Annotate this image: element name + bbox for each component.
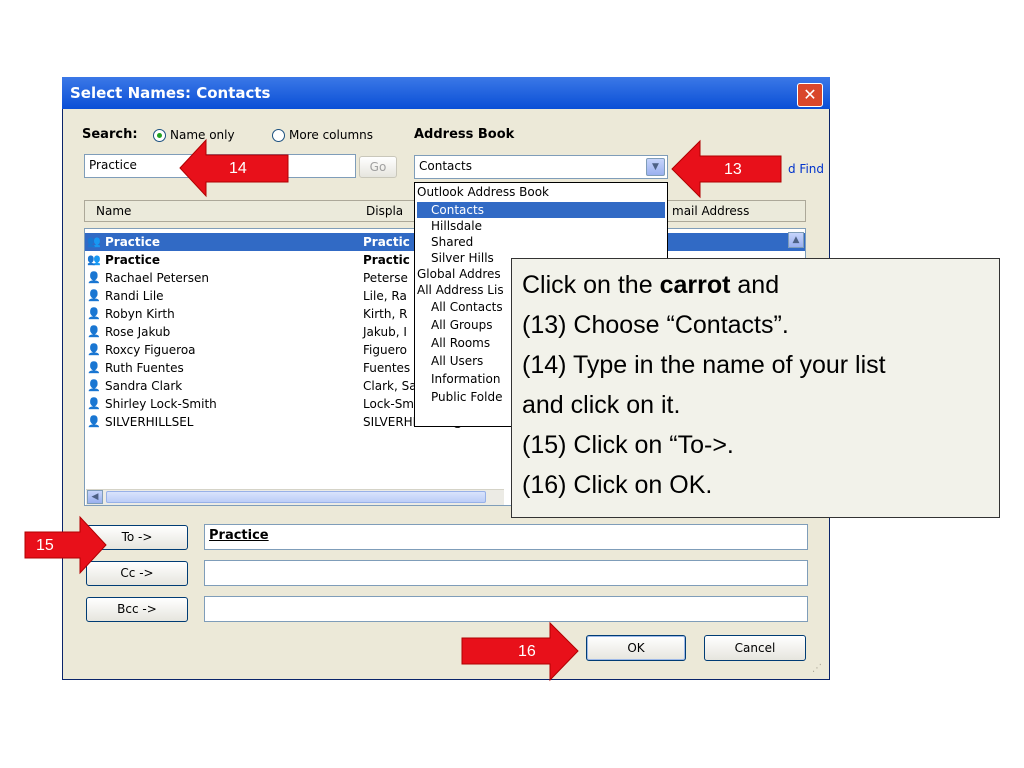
- to-button[interactable]: To ->: [86, 525, 188, 550]
- dropdown-option[interactable]: Shared: [431, 234, 473, 250]
- cc-field[interactable]: [204, 560, 808, 586]
- bcc-field[interactable]: [204, 596, 808, 622]
- bcc-button[interactable]: Bcc ->: [86, 597, 188, 622]
- callout-line-1-post: and: [730, 271, 780, 299]
- contact-display: Practic: [363, 235, 410, 249]
- dropdown-option[interactable]: Public Folde: [431, 389, 502, 405]
- chevron-left-icon: ◀: [91, 492, 99, 502]
- radio-more-columns[interactable]: [272, 129, 285, 142]
- dropdown-option[interactable]: Information: [431, 371, 500, 387]
- contact-name: Randi Lile: [105, 289, 164, 303]
- address-book-label: Address Book: [414, 127, 515, 142]
- contact-name: Rachael Petersen: [105, 271, 209, 285]
- callout-line-1-pre: Click on the: [522, 271, 660, 299]
- person-icon: 👤: [87, 271, 101, 284]
- dropdown-option[interactable]: All Contacts: [431, 299, 503, 315]
- instruction-callout: Click on the carrot and (13) Choose “Con…: [511, 258, 1000, 518]
- callout-line-2: (13) Choose “Contacts”.: [522, 311, 789, 339]
- close-button[interactable]: ✕: [797, 83, 823, 107]
- address-book-select[interactable]: Contacts: [414, 155, 668, 179]
- scroll-left-button[interactable]: ◀: [87, 490, 103, 504]
- chevron-down-icon: ▼: [652, 162, 659, 172]
- step-14-label: 14: [229, 160, 247, 177]
- column-name[interactable]: Name: [96, 204, 131, 218]
- search-label: Search:: [82, 127, 138, 142]
- search-input[interactable]: Practice: [84, 154, 356, 178]
- contact-name: Roxcy Figueroa: [105, 343, 196, 357]
- dropdown-option[interactable]: Hillsdale: [431, 218, 482, 234]
- contact-display: Lile, Ra: [363, 289, 407, 303]
- callout-line-6: (16) Click on OK.: [522, 471, 713, 499]
- step-13-label: 13: [724, 161, 742, 178]
- callout-line-1: Click on the carrot and: [522, 271, 779, 300]
- contact-name: Practice: [105, 235, 161, 249]
- dropdown-option[interactable]: All Users: [431, 353, 483, 369]
- column-display[interactable]: Displa: [366, 204, 403, 218]
- contact-name: Robyn Kirth: [105, 307, 175, 321]
- dropdown-option[interactable]: Global Addres: [417, 266, 501, 282]
- contact-display: Practic: [363, 253, 410, 267]
- ok-button[interactable]: OK: [586, 635, 686, 661]
- step-16-label: 16: [518, 643, 536, 660]
- step-15-label: 15: [36, 537, 54, 554]
- dropdown-option[interactable]: All Groups: [431, 317, 492, 333]
- cancel-button[interactable]: Cancel: [704, 635, 806, 661]
- dropdown-option[interactable]: Contacts: [417, 202, 665, 218]
- dropdown-option[interactable]: All Address Lis: [417, 282, 504, 298]
- contact-display: Peterse: [363, 271, 408, 285]
- go-button[interactable]: Go: [359, 156, 397, 178]
- contact-name: Practice: [105, 253, 161, 267]
- contact-name: Rose Jakub: [105, 325, 171, 339]
- column-email[interactable]: mail Address: [672, 204, 749, 218]
- contact-name: Sandra Clark: [105, 379, 183, 393]
- group-icon: 👥: [87, 235, 101, 248]
- group-icon: 👥: [87, 253, 101, 266]
- cc-button[interactable]: Cc ->: [86, 561, 188, 586]
- scroll-thumb[interactable]: [106, 491, 486, 503]
- contact-display: Figuero: [363, 343, 407, 357]
- person-icon: 👤: [87, 379, 101, 392]
- scroll-up-button[interactable]: ▲: [788, 232, 804, 248]
- person-icon: 👤: [87, 361, 101, 374]
- radio-name-only[interactable]: [153, 129, 166, 142]
- contact-display: Jakub, I: [363, 325, 407, 339]
- contact-display: Kirth, R: [363, 307, 408, 321]
- callout-line-3: (14) Type in the name of your list: [522, 351, 886, 379]
- radio-more-columns-label: More columns: [289, 128, 373, 142]
- advanced-find-link[interactable]: d Find: [788, 162, 824, 176]
- chevron-up-icon: ▲: [792, 235, 800, 245]
- dropdown-option[interactable]: All Rooms: [431, 335, 490, 351]
- callout-line-5: (15) Click on “To->.: [522, 431, 734, 459]
- radio-name-only-label: Name only: [170, 128, 235, 142]
- resize-grip-icon[interactable]: ⋰: [812, 662, 826, 676]
- person-icon: 👤: [87, 307, 101, 320]
- callout-line-4: and click on it.: [522, 391, 681, 419]
- to-field[interactable]: Practice: [204, 524, 808, 550]
- dropdown-option[interactable]: Outlook Address Book: [417, 184, 549, 200]
- person-icon: 👤: [87, 289, 101, 302]
- close-icon: ✕: [803, 85, 817, 104]
- address-book-selected-value: Contacts: [419, 159, 472, 173]
- contact-name: SILVERHILLSEL: [105, 415, 194, 429]
- contact-name: Ruth Fuentes: [105, 361, 184, 375]
- person-icon: 👤: [87, 415, 101, 428]
- person-icon: 👤: [87, 325, 101, 338]
- contact-name: Shirley Lock-Smith: [105, 397, 217, 411]
- dropdown-carrot-button[interactable]: ▼: [646, 158, 665, 176]
- callout-line-1-bold: carrot: [659, 271, 731, 299]
- person-icon: 👤: [87, 343, 101, 356]
- dropdown-option[interactable]: Silver Hills: [431, 250, 494, 266]
- contact-display: Fuentes: [363, 361, 411, 375]
- person-icon: 👤: [87, 397, 101, 410]
- dialog-title: Select Names: Contacts: [70, 84, 271, 102]
